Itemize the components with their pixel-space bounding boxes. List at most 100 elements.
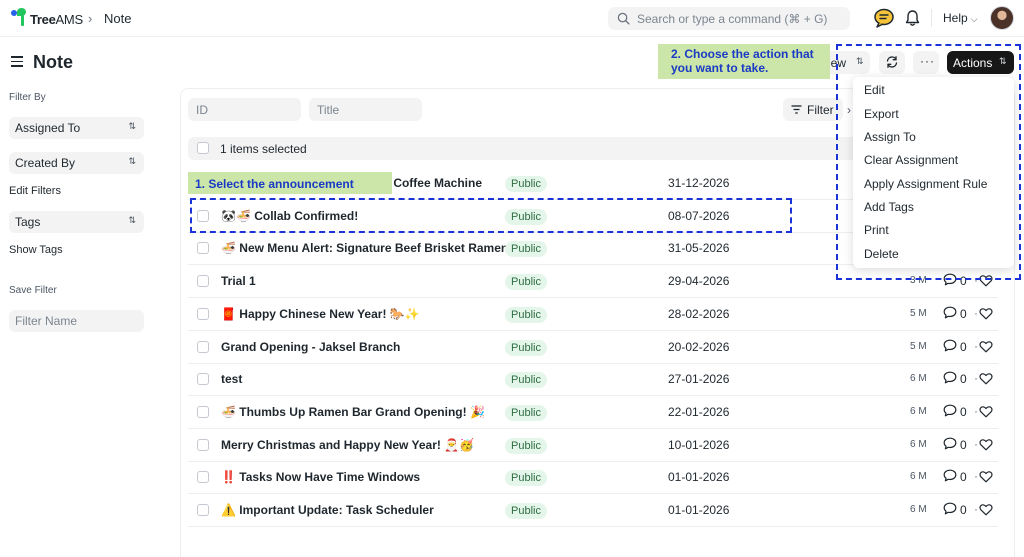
top-navbar: TreeAMS › Note Search or type a command … — [0, 0, 1024, 37]
like-heart-icon[interactable] — [979, 307, 993, 320]
like-heart-icon[interactable] — [979, 438, 993, 451]
search-placeholder: Search or type a command (⌘ + G) — [637, 12, 828, 26]
row-date: 22-01-2026 — [668, 404, 730, 419]
selected-row-highlight-box — [190, 198, 792, 233]
row-date: 27-01-2026 — [668, 372, 730, 387]
select-all-checkbox[interactable] — [197, 142, 209, 154]
like-heart-icon[interactable] — [979, 372, 993, 385]
breadcrumb-note[interactable]: Note — [104, 11, 131, 26]
comment-count: 0 — [960, 404, 967, 419]
comment-icon[interactable] — [943, 502, 957, 515]
comment-count: 0 — [960, 470, 967, 485]
chat-assistant-icon[interactable] — [873, 8, 895, 28]
treeams-logo[interactable]: TreeAMS — [11, 8, 83, 28]
row-title[interactable]: Trial 1 — [221, 274, 256, 288]
title-filter-input[interactable]: Title — [309, 98, 422, 121]
row-modified-age: 6 M — [910, 405, 927, 417]
separator-dot: · — [974, 338, 978, 353]
user-avatar[interactable] — [990, 6, 1014, 30]
search-input[interactable]: Search or type a command (⌘ + G) — [608, 7, 850, 30]
row-checkbox[interactable] — [197, 242, 209, 255]
status-badge: Public — [505, 306, 547, 323]
row-title[interactable]: 🍜 New Menu Alert: Signature Beef Brisket… — [221, 241, 508, 255]
separator-dot: · — [974, 403, 978, 418]
table-row[interactable]: ⚠️ Important Update: Task Scheduler Publi… — [188, 494, 998, 527]
row-checkbox[interactable] — [197, 471, 209, 484]
filter-by-label: Filter By — [9, 92, 46, 103]
row-checkbox[interactable] — [197, 275, 209, 288]
table-row[interactable]: Merry Christmas and Happy New Year! 🎅🥳 Pu… — [188, 429, 998, 462]
comment-count: 0 — [960, 306, 967, 321]
like-heart-icon[interactable] — [979, 503, 993, 516]
status-badge: Public — [505, 404, 547, 421]
like-heart-icon[interactable] — [979, 405, 993, 418]
breadcrumb-chevron-icon: › — [88, 11, 93, 26]
comment-count: 0 — [960, 339, 967, 354]
table-row[interactable]: Grand Opening - Jaksel Branch Public 20-02… — [188, 331, 998, 364]
comment-icon[interactable] — [943, 469, 957, 482]
comment-icon[interactable] — [943, 339, 957, 352]
row-title[interactable]: 🧧 Happy Chinese New Year! 🐎✨ — [221, 307, 420, 321]
like-heart-icon[interactable] — [979, 470, 993, 483]
status-badge: Public — [505, 437, 547, 454]
separator-dot: · — [974, 469, 978, 484]
search-icon — [617, 12, 630, 25]
logo-text: TreeAMS — [30, 12, 83, 27]
row-modified-age: 5 M — [910, 307, 927, 319]
logo-stem-icon — [21, 15, 24, 26]
table-row[interactable]: 🧧 Happy Chinese New Year! 🐎✨ Public 28-02-… — [188, 298, 998, 331]
comment-count: 0 — [960, 372, 967, 387]
row-modified-age: 5 M — [910, 340, 927, 352]
row-title[interactable]: Merry Christmas and Happy New Year! 🎅🥳 — [221, 438, 474, 452]
show-tags-link[interactable]: Show Tags — [9, 244, 63, 256]
tags-select[interactable]: Tags ⇅ — [9, 211, 144, 233]
row-date: 31-12-2026 — [668, 176, 730, 190]
row-date: 10-01-2026 — [668, 437, 730, 452]
row-checkbox[interactable] — [197, 438, 209, 451]
assigned-to-select[interactable]: Assigned To ⇅ — [9, 117, 144, 139]
row-title[interactable]: test — [221, 372, 242, 386]
edit-filters-link[interactable]: Edit Filters — [9, 185, 61, 197]
row-date: 20-02-2026 — [668, 339, 730, 354]
status-badge: Public — [505, 274, 547, 291]
status-badge: Public — [505, 503, 547, 519]
table-row[interactable]: 🍜 Thumbs Up Ramen Bar Grand Opening! 🎉 Pu… — [188, 396, 998, 429]
row-checkbox[interactable] — [197, 504, 209, 516]
sidebar-toggle-icon[interactable] — [11, 56, 23, 67]
status-badge: Public — [505, 176, 547, 192]
selected-count: 1 items selected — [220, 142, 307, 156]
table-row[interactable]: ‼️ Tasks Now Have Time Windows Public 01-0… — [188, 461, 998, 495]
filter-icon — [791, 105, 802, 114]
created-by-select[interactable]: Created By ⇅ — [9, 152, 144, 174]
row-title[interactable]: ⚠️ Important Update: Task Scheduler — [221, 503, 434, 517]
row-checkbox[interactable] — [197, 307, 209, 320]
separator-dot: · — [974, 436, 978, 451]
row-checkbox[interactable] — [197, 373, 209, 386]
row-title[interactable]: 🍜 Thumbs Up Ramen Bar Grand Opening! 🎉 — [221, 405, 485, 419]
filter-name-input[interactable]: Filter Name — [9, 310, 144, 332]
table-row[interactable]: test Public 27-01-2026 6 M 0 · — [188, 363, 998, 397]
row-modified-age: 6 M — [910, 438, 927, 450]
comment-icon[interactable] — [943, 306, 957, 319]
id-filter-input[interactable]: ID — [188, 98, 301, 121]
help-menu[interactable]: Help ⌵ — [943, 11, 978, 25]
page-title: Note — [33, 52, 73, 72]
row-modified-age: 6 M — [910, 373, 927, 385]
tutorial-step-1-callout: 1. Select the announcement — [188, 172, 392, 194]
status-badge: Public — [505, 241, 547, 258]
chevron-updown-icon: ⇅ — [128, 156, 136, 166]
comment-icon[interactable] — [943, 371, 957, 384]
notification-bell-icon[interactable] — [905, 9, 920, 27]
row-checkbox[interactable] — [197, 405, 209, 418]
comment-icon[interactable] — [943, 437, 957, 450]
comment-icon[interactable] — [943, 404, 957, 417]
separator-dot: · — [974, 502, 978, 516]
row-title[interactable]: ‼️ Tasks Now Have Time Windows — [221, 470, 420, 484]
row-title[interactable]: Grand Opening - Jaksel Branch — [221, 340, 400, 354]
row-modified-age: 6 M — [910, 471, 927, 483]
row-date: 31-05-2026 — [668, 241, 730, 256]
like-heart-icon[interactable] — [979, 340, 993, 353]
row-checkbox[interactable] — [197, 340, 209, 353]
filter-button[interactable]: Filter — [783, 98, 843, 121]
status-badge: Public — [505, 372, 547, 389]
